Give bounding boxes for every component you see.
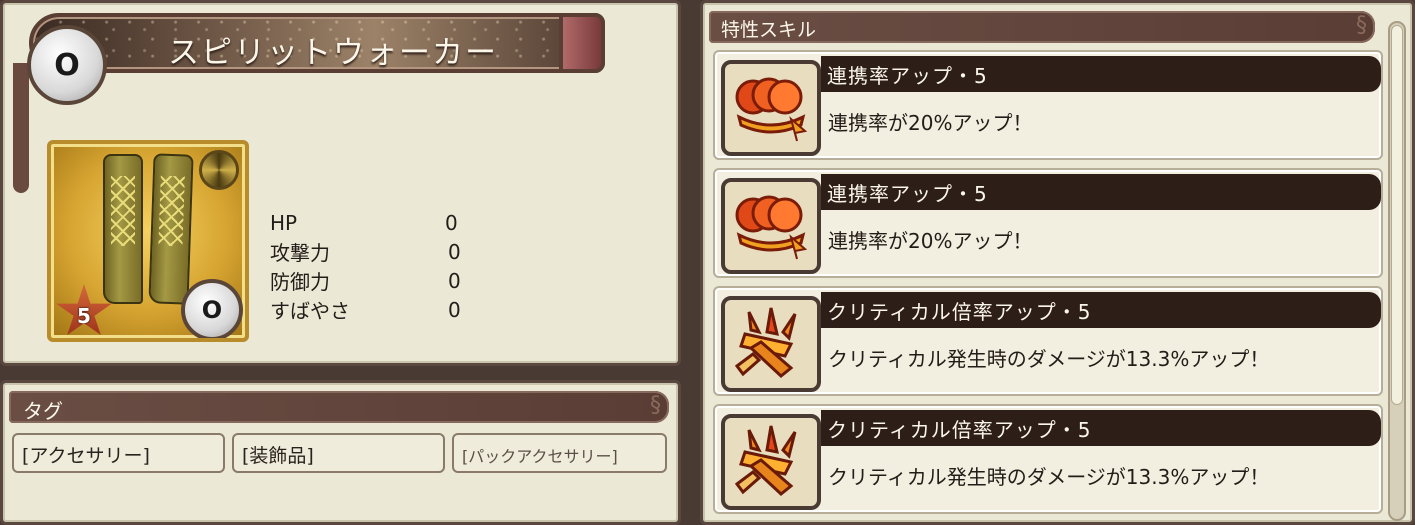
chain-rate-icon (721, 60, 821, 156)
stat-row-attack: 攻撃力 0 (270, 237, 475, 266)
trait-skill-panel: 特性スキル § 連携率アップ・5 連携率が20%アップ！ 連携率アップ・5 連携… (700, 0, 1415, 525)
skill-card[interactable]: 連携率アップ・5 連携率が20%アップ！ (713, 168, 1383, 278)
decorative-frame (13, 63, 29, 193)
item-info-panel: スピリットウォーカー O O 5 HP 0 攻撃力 0 防御力 0 すばやさ 0 (0, 0, 681, 366)
ring-icon: O (27, 25, 107, 105)
boots-icon[interactable]: O 5 (47, 140, 249, 342)
skill-list[interactable]: 連携率アップ・5 連携率が20%アップ！ 連携率アップ・5 連携率が20%アップ… (713, 50, 1383, 520)
tag-chip[interactable]: [装飾品] (232, 433, 445, 473)
skill-panel-title: 特性スキル (721, 19, 817, 41)
stat-label: HP (270, 210, 298, 235)
scroll-ornament-icon: § (1356, 13, 1367, 38)
tag-chip[interactable]: [アクセサリー] (12, 433, 225, 473)
boot-left-shape (103, 154, 143, 304)
ring-icon: O (181, 279, 243, 338)
banner-ornament (559, 13, 605, 73)
element-swirl-icon (199, 150, 239, 190)
stat-value: 0 (448, 268, 461, 293)
stat-row-defense: 防御力 0 (270, 266, 475, 295)
skill-name: クリティカル倍率アップ・5 (827, 300, 1092, 324)
tag-header: タグ § (9, 391, 669, 423)
stat-label: すばやさ (270, 299, 350, 323)
skill-card[interactable]: 連携率アップ・5 連携率が20%アップ！ (713, 50, 1383, 160)
skill-name: 連携率アップ・5 (827, 182, 988, 206)
skill-description: クリティカル発生時のダメージが13.3%アップ！ (828, 465, 1270, 489)
rarity-value: 5 (77, 304, 91, 328)
skill-card[interactable]: クリティカル倍率アップ・5 クリティカル発生時のダメージが13.3%アップ！ (713, 286, 1383, 396)
scrollbar-thumb[interactable] (1391, 25, 1403, 405)
stat-value: 0 (448, 239, 461, 264)
skill-name-bar: 連携率アップ・5 (821, 56, 1381, 92)
skill-name-bar: クリティカル倍率アップ・5 (821, 292, 1381, 328)
chain-rate-icon (721, 178, 821, 274)
stat-row-speed: すばやさ 0 (270, 295, 475, 324)
stats-table: HP 0 攻撃力 0 防御力 0 すばやさ 0 (270, 208, 475, 324)
critical-icon (721, 414, 821, 510)
tag-panel: タグ § [アクセサリー] [装飾品] [パックアクセサリー] (0, 380, 681, 525)
tag-chip[interactable]: [パックアクセサリー] (452, 433, 667, 473)
skill-list-scrollbar[interactable] (1388, 21, 1406, 521)
boot-right-shape (148, 153, 194, 305)
skill-header: 特性スキル § (709, 11, 1375, 43)
stat-value: 0 (445, 210, 458, 235)
skill-description: 連携率が20%アップ！ (828, 111, 1033, 135)
skill-name-bar: 連携率アップ・5 (821, 174, 1381, 210)
tag-title: タグ (23, 399, 63, 423)
item-name: スピリットウォーカー (168, 35, 498, 71)
stat-row-hp: HP 0 (270, 208, 475, 237)
skill-name: クリティカル倍率アップ・5 (827, 418, 1092, 442)
stat-label: 攻撃力 (270, 241, 330, 265)
critical-icon (721, 296, 821, 392)
skill-description: クリティカル発生時のダメージが13.3%アップ！ (828, 347, 1270, 371)
skill-description: 連携率が20%アップ！ (828, 229, 1033, 253)
stat-value: 0 (448, 297, 461, 322)
scroll-ornament-icon: § (650, 393, 661, 418)
skill-name-bar: クリティカル倍率アップ・5 (821, 410, 1381, 446)
stat-label: 防御力 (270, 270, 330, 294)
skill-name: 連携率アップ・5 (827, 64, 988, 88)
item-name-banner: スピリットウォーカー (29, 13, 605, 73)
skill-card[interactable]: クリティカル倍率アップ・5 クリティカル発生時のダメージが13.3%アップ！ (713, 404, 1383, 514)
